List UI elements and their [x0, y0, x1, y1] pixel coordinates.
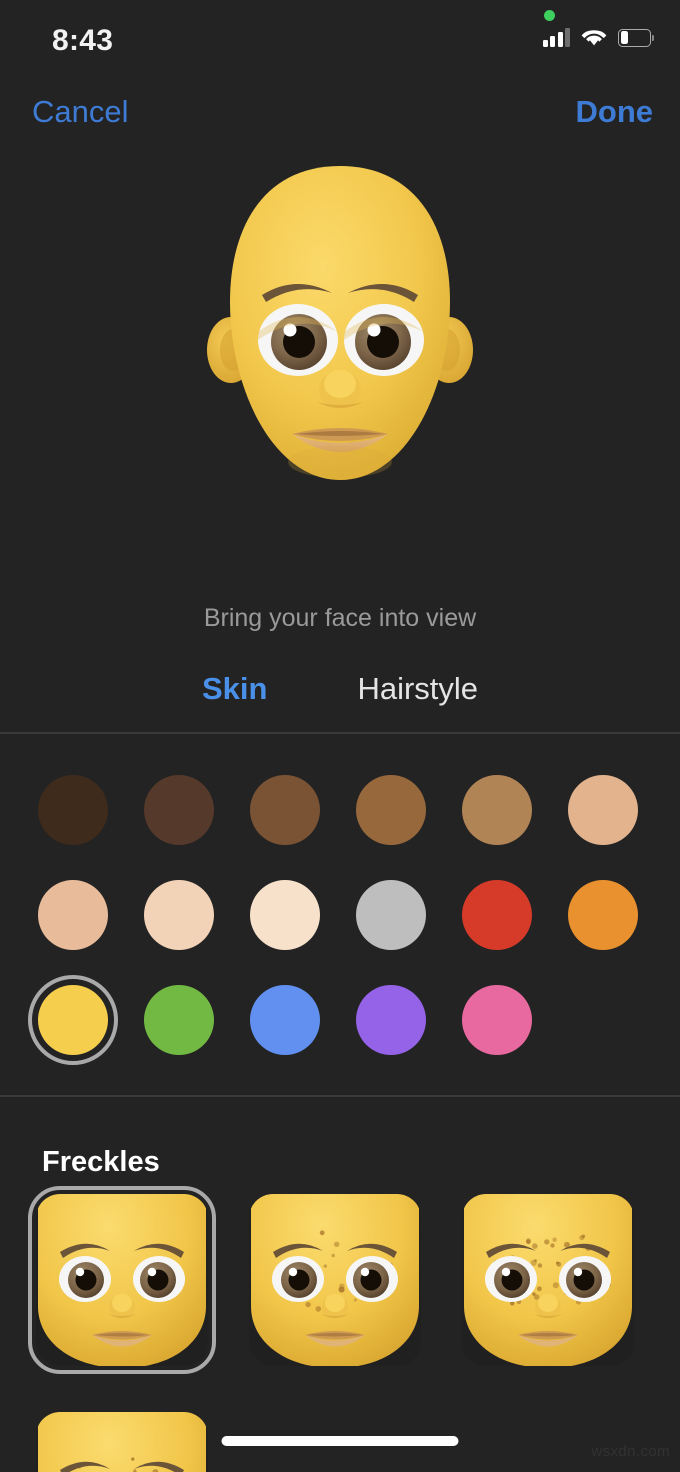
tab-hairstyle[interactable]: Hairstyle [357, 671, 478, 707]
face-hint-text: Bring your face into view [203, 604, 477, 632]
freckles-row [28, 1404, 216, 1472]
status-bar: 8:43 [0, 0, 680, 72]
freckles-thumbnail [36, 1412, 208, 1472]
swatch-color-dot [38, 775, 108, 845]
skin-swatch-gray[interactable] [356, 880, 426, 950]
avatar-preview-area [0, 150, 680, 570]
freckles-option-freckles-full[interactable] [28, 1404, 216, 1472]
freckles-option-freckles-none[interactable] [28, 1186, 216, 1374]
home-indicator[interactable] [221, 1436, 459, 1446]
swatch-color-dot [144, 985, 214, 1055]
skin-swatch-light-tan[interactable] [568, 775, 638, 845]
green-recording-dot [544, 10, 555, 21]
section-divider-top [0, 732, 680, 734]
swatch-color-dot [462, 985, 532, 1055]
skin-swatch-pink[interactable] [462, 985, 532, 1055]
freckles-row [28, 1186, 642, 1374]
skin-color-grid [0, 758, 680, 1078]
skin-color-row [28, 975, 648, 1065]
skin-color-row [38, 775, 648, 845]
freckles-section-title: Freckles [42, 1146, 160, 1178]
swatch-color-dot [568, 880, 638, 950]
swatch-color-dot [462, 880, 532, 950]
swatch-color-dot [462, 775, 532, 845]
status-clock: 8:43 [52, 24, 114, 57]
freckles-thumbnail [249, 1194, 421, 1366]
swatch-color-dot [250, 880, 320, 950]
cellular-signal-icon [542, 28, 570, 47]
cancel-button[interactable]: Cancel [32, 94, 129, 130]
freckles-option-freckles-light[interactable] [241, 1186, 429, 1374]
category-tabs: Skin Hairstyle [0, 664, 680, 714]
swatch-color-dot [356, 880, 426, 950]
memoji-avatar-preview [204, 162, 476, 488]
skin-swatch-orange[interactable] [568, 880, 638, 950]
memoji-editor-screen: 8:43 Cancel Done Bring your face into vi… [0, 0, 680, 1472]
section-divider-bottom [0, 1095, 680, 1097]
skin-swatch-red[interactable] [462, 880, 532, 950]
skin-swatch-blue[interactable] [250, 985, 320, 1055]
done-button[interactable]: Done [576, 94, 654, 130]
skin-swatch-medium-brown[interactable] [250, 775, 320, 845]
skin-swatch-cream[interactable] [250, 880, 320, 950]
swatch-color-dot [356, 775, 426, 845]
swatch-color-dot [144, 880, 214, 950]
skin-color-row [38, 880, 648, 950]
swatch-color-dot [250, 985, 320, 1055]
swatch-color-dot [250, 775, 320, 845]
freckles-option-freckles-heavy[interactable] [454, 1186, 642, 1374]
skin-swatch-yellow[interactable] [28, 975, 118, 1065]
swatch-color-dot [144, 775, 214, 845]
freckles-option-grid [0, 1186, 680, 1472]
skin-swatch-peach-tan[interactable] [38, 880, 108, 950]
tab-skin[interactable]: Skin [202, 671, 267, 707]
status-icons [542, 28, 655, 47]
watermark: wsxdn.com [591, 1443, 670, 1460]
battery-icon [618, 28, 655, 47]
skin-swatch-green[interactable] [144, 985, 214, 1055]
swatch-color-dot [568, 775, 638, 845]
skin-swatch-deep-brown[interactable] [144, 775, 214, 845]
skin-swatch-warm-brown[interactable] [356, 775, 426, 845]
swatch-color-dot [38, 880, 108, 950]
freckles-selection-border [28, 1186, 216, 1374]
skin-swatch-dark-brown[interactable] [38, 775, 108, 845]
wifi-icon [581, 28, 607, 47]
skin-swatch-light-peach[interactable] [144, 880, 214, 950]
navigation-bar: Cancel Done [0, 94, 680, 146]
skin-swatch-purple[interactable] [356, 985, 426, 1055]
skin-swatch-tan-brown[interactable] [462, 775, 532, 845]
freckles-thumbnail [462, 1194, 634, 1366]
swatch-selection-ring [28, 975, 118, 1065]
swatch-color-dot [356, 985, 426, 1055]
